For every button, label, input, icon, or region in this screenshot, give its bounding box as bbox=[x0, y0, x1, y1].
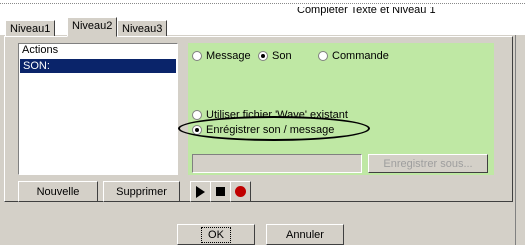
radio-label: Son bbox=[272, 50, 292, 62]
radio-unchecked-icon bbox=[192, 51, 202, 61]
tab-niveau2[interactable]: Niveau2 bbox=[67, 17, 118, 37]
record-icon bbox=[235, 186, 246, 197]
tab-label: Niveau1 bbox=[10, 23, 51, 35]
play-icon bbox=[196, 185, 205, 198]
ok-button[interactable]: OK bbox=[177, 224, 255, 245]
tab-niveau1[interactable]: Niveau1 bbox=[5, 20, 56, 36]
radio-unchecked-icon bbox=[318, 51, 328, 61]
radio-unchecked-icon bbox=[192, 110, 202, 120]
list-item[interactable]: SON: bbox=[20, 59, 176, 73]
radio-label: Message bbox=[206, 50, 251, 62]
new-button[interactable]: Nouvelle bbox=[18, 181, 98, 202]
save-as-button[interactable]: Enregistrer sous... bbox=[368, 154, 488, 173]
filename-field[interactable] bbox=[192, 154, 362, 173]
delete-button[interactable]: Supprimer bbox=[103, 181, 180, 202]
radio-commande[interactable]: Commande bbox=[318, 50, 389, 62]
radio-message[interactable]: Message bbox=[192, 50, 251, 62]
highlight-ellipse bbox=[178, 116, 370, 141]
radio-son[interactable]: Son bbox=[258, 50, 292, 62]
dialog-edge bbox=[515, 35, 516, 245]
cancel-button[interactable]: Annuler bbox=[266, 224, 344, 245]
tab-label: Niveau3 bbox=[122, 23, 163, 35]
stop-button[interactable] bbox=[210, 181, 231, 202]
stop-icon bbox=[216, 187, 225, 196]
actions-list[interactable]: Actions SON: bbox=[18, 43, 178, 175]
play-button[interactable] bbox=[190, 181, 211, 202]
radio-label: Commande bbox=[332, 50, 389, 62]
actions-list-header: Actions bbox=[19, 44, 177, 58]
ok-label: OK bbox=[201, 226, 231, 243]
top-dotted-separator bbox=[0, 3, 525, 4]
tab-niveau3[interactable]: Niveau3 bbox=[117, 20, 168, 36]
complete-text-checkbox-label[interactable]: Compléter Texte et Niveau 1 bbox=[297, 7, 467, 16]
radio-checked-icon bbox=[258, 51, 268, 61]
record-button[interactable] bbox=[230, 181, 251, 202]
tab-label: Niveau2 bbox=[72, 20, 113, 32]
